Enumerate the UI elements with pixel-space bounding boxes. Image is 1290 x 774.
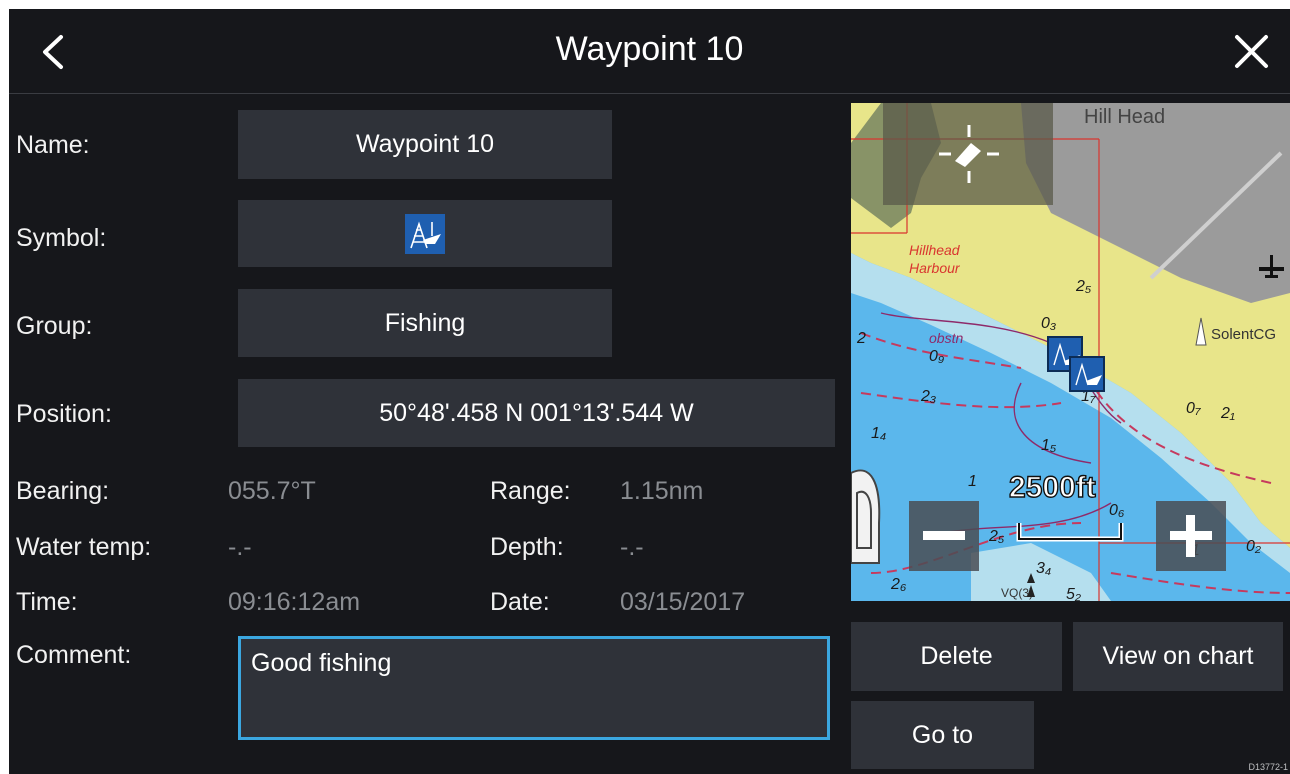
depth-sounding: 2₁ (1220, 405, 1235, 422)
depth-sounding: 2₅ (1075, 278, 1092, 295)
range-label: Range: (490, 477, 571, 505)
depth-sounding: 2₃ (920, 388, 936, 405)
group-field[interactable]: Fishing (238, 289, 612, 357)
time-label: Time: (16, 588, 78, 616)
bearing-label: Bearing: (16, 477, 110, 505)
range-value: 1.15nm (620, 477, 704, 505)
depth-sounding: 1₄ (871, 425, 886, 442)
zoom-out-button[interactable] (909, 501, 979, 571)
time-value: 09:16:12am (228, 588, 361, 616)
zoom-in-button[interactable] (1156, 501, 1226, 571)
depth-sounding: 1₅ (1041, 437, 1057, 454)
delete-button[interactable]: Delete (851, 622, 1062, 691)
position-field[interactable]: 50°48'.458 N 001°13'.544 W (238, 379, 835, 447)
vessel-icon (851, 469, 881, 564)
close-button[interactable] (1224, 23, 1280, 79)
depth-sounding: 5₂ (1066, 586, 1081, 601)
depth-sounding: 3₄ (1036, 560, 1051, 577)
close-icon (1235, 35, 1268, 68)
place-label: Hill Head (1084, 106, 1165, 128)
nautical-chart: Hill Head Hillhead Harbour SolentCG obst… (851, 103, 1290, 601)
depth-sounding: 0₇ (1186, 400, 1202, 417)
symbol-field[interactable] (238, 200, 612, 267)
water-temp-value: -.- (228, 533, 252, 561)
name-label: Name: (16, 131, 90, 159)
symbol-label: Symbol: (16, 224, 107, 252)
chevron-left-icon (43, 35, 63, 69)
group-label: Group: (16, 312, 93, 340)
depth-sounding: 0₂ (1246, 538, 1261, 555)
depth-sounding: 1 (968, 473, 977, 490)
header-bar: Waypoint 10 (9, 9, 1290, 94)
depth-sounding: 0₆ (1109, 502, 1125, 519)
place-label: obstn (929, 330, 963, 346)
fishing-boat-icon (405, 213, 445, 254)
back-button[interactable] (27, 23, 83, 79)
view-on-chart-button[interactable]: View on chart (1073, 622, 1283, 691)
position-label: Position: (16, 400, 112, 428)
depth-sounding: 2₆ (890, 576, 907, 593)
comment-label: Comment: (16, 641, 132, 669)
date-value: 03/15/2017 (620, 588, 746, 616)
place-label: VQ(3) (1001, 586, 1033, 600)
waypoint-marker-icon[interactable] (1069, 356, 1105, 392)
figure-code: D13772-1 (1248, 762, 1288, 772)
waypoint-dialog: Waypoint 10 Name: Symbol: Group: Positio… (9, 9, 1290, 774)
depth-sounding: 0₉ (929, 348, 944, 365)
place-label: Hillhead (909, 242, 961, 258)
place-label: SolentCG (1211, 326, 1276, 343)
depth-sounding: 0₃ (1041, 315, 1056, 332)
name-field[interactable]: Waypoint 10 (238, 110, 612, 179)
depth-value: -.- (620, 533, 644, 561)
depth-label: Depth: (490, 533, 564, 561)
chart-preview[interactable]: Hill Head Hillhead Harbour SolentCG obst… (851, 103, 1290, 601)
place-label: Harbour (909, 260, 961, 276)
water-temp-label: Water temp: (16, 533, 152, 561)
page-title: Waypoint 10 (555, 30, 744, 68)
scale-label: 2500ft (1009, 471, 1096, 504)
depth-sounding: 2 (856, 330, 866, 347)
date-label: Date: (490, 588, 550, 616)
depth-sounding: 2₅ (988, 528, 1005, 545)
bearing-value: 055.7°T (228, 477, 316, 505)
minus-icon (923, 531, 965, 540)
comment-input[interactable]: Good fishing (238, 636, 830, 740)
go-to-button[interactable]: Go to (851, 701, 1034, 769)
